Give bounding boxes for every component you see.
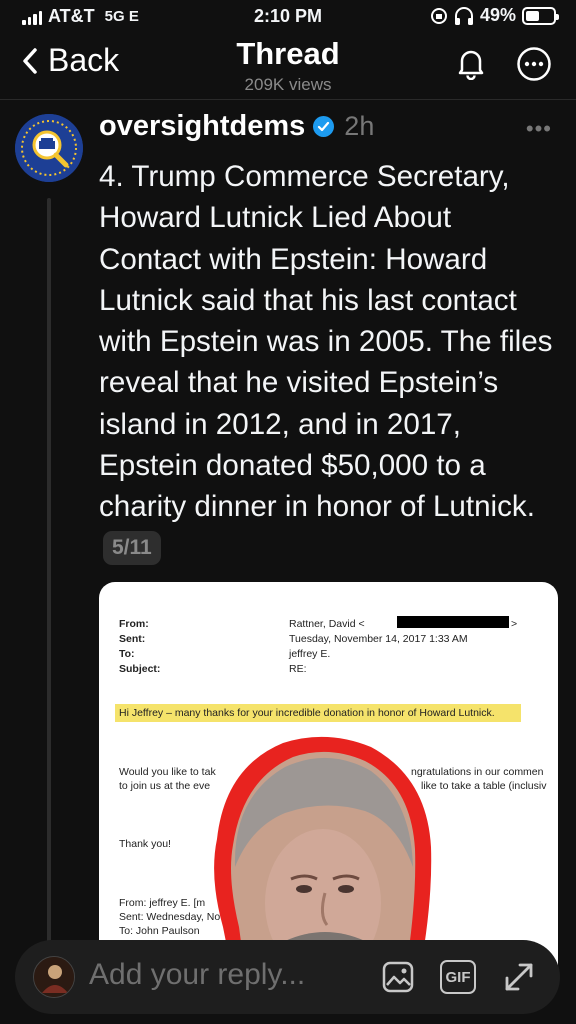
expand-icon[interactable] <box>502 960 536 994</box>
post-text: 4. Trump Commerce Secretary, Howard Lutn… <box>99 156 561 569</box>
post-body: 4. Trump Commerce Secretary, Howard Lutn… <box>99 160 553 524</box>
doc-subject-label: Subject: <box>119 663 161 675</box>
doc-fwd-from: From: jeffrey E. [m <box>119 897 206 909</box>
orientation-lock-icon <box>430 7 447 24</box>
doc-to-value: jeffrey E. <box>289 648 331 660</box>
nav-bar: Back Thread 209K views <box>0 34 576 100</box>
doc-line-1-left: Would you like to tak <box>119 766 216 778</box>
more-options-icon[interactable] <box>516 46 552 82</box>
post-image[interactable]: From: Sent: To: Subject: Rattner, David … <box>99 582 558 982</box>
thread-counter: 5/11 <box>103 530 161 565</box>
status-right: 49% <box>430 5 559 26</box>
reply-input[interactable]: Add your reply... <box>89 958 305 992</box>
image-icon[interactable] <box>381 960 415 994</box>
headphones-icon <box>454 6 473 25</box>
avatar[interactable] <box>15 114 83 182</box>
page-title: Thread <box>236 36 340 71</box>
author-row: oversightdems 2h <box>99 110 374 143</box>
username[interactable]: oversightdems <box>99 110 305 143</box>
doc-fwd-to: To: John Paulson <box>119 925 200 937</box>
verified-badge-icon <box>313 116 335 137</box>
doc-thanks: Thank you! <box>119 838 171 850</box>
reply-bar: Add your reply... GIF <box>15 940 560 1014</box>
doc-from-close: > <box>511 618 518 630</box>
battery-icon <box>522 6 559 25</box>
doc-highlight-text: Hi Jeffrey – many thanks for your incred… <box>119 707 495 719</box>
bell-icon[interactable] <box>454 46 488 80</box>
doc-sent-label: Sent: <box>119 633 146 645</box>
redaction-bar <box>397 616 509 628</box>
status-bar: AT&T 5G E 2:10 PM 49% <box>0 0 576 34</box>
doc-to-label: To: <box>119 648 135 660</box>
oversight-seal-icon <box>15 114 83 182</box>
doc-from-value: Rattner, David < <box>289 618 365 630</box>
thread-line <box>47 198 51 958</box>
battery-percent: 49% <box>479 5 516 25</box>
doc-from-label: From: <box>119 618 149 630</box>
user-avatar[interactable] <box>33 956 75 998</box>
doc-sent-value: Tuesday, November 14, 2017 1:33 AM <box>289 633 468 645</box>
doc-subject-value: RE: <box>289 663 307 675</box>
doc-line-2-right: like to take a table (inclusiv <box>421 780 547 792</box>
tarot-avatar-icon <box>34 957 74 997</box>
doc-line-2-left: to join us at the eve <box>119 780 211 792</box>
view-count: 209K views <box>244 75 332 94</box>
post-more-icon[interactable]: ••• <box>526 116 552 142</box>
post-timestamp: 2h <box>344 111 375 141</box>
gif-button[interactable]: GIF <box>440 960 476 994</box>
